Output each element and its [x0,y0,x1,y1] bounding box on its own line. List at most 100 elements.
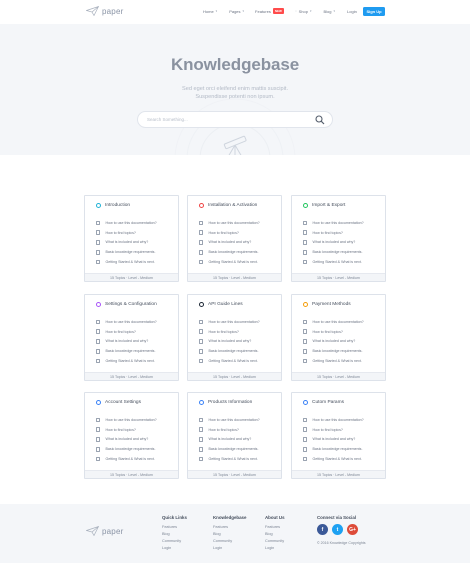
topic-link-label: What is included and why? [312,437,356,442]
card-title[interactable]: Account Settings [105,400,141,405]
topic-link[interactable]: Basic knowledge requirements. [199,346,279,356]
topic-link[interactable]: Getting Started & What is next. [199,356,279,366]
topic-link[interactable]: How to find topics? [199,425,279,435]
topic-link[interactable]: How to find topics? [96,228,176,238]
topic-link[interactable]: Getting Started & What is next. [303,454,383,464]
nav-login[interactable]: Login [347,8,357,14]
topic-card[interactable]: Settings & Configuration How to use this … [84,294,179,381]
topic-link[interactable]: What is included and why? [199,238,279,248]
topic-link[interactable]: What is included and why? [96,337,176,347]
card-title[interactable]: Cutom Params [312,400,344,405]
topic-link[interactable]: What is included and why? [303,238,383,248]
footer-link[interactable]: Features [265,524,285,531]
footer-link[interactable]: Community [213,538,246,545]
topic-link[interactable]: Basic knowledge requirements. [96,247,176,257]
topic-link-label: How to use this documentation? [312,319,364,324]
card-title[interactable]: Installation & Activation [208,203,257,208]
card-title[interactable]: Introduction [105,203,130,208]
signup-button[interactable]: Sign Up [363,7,385,16]
card-title[interactable]: Payment Methods [312,302,351,307]
footer-link[interactable]: Login [213,545,246,552]
topic-list: How to use this documentation? How to fin… [303,317,383,366]
nav-shop[interactable]: ◌ Shop ▾ [295,8,312,14]
topic-link[interactable]: What is included and why? [303,435,383,445]
topic-link-label: Basic knowledge requirements. [312,250,363,255]
footer-link[interactable]: Login [265,545,285,552]
brand-logo[interactable]: paper [86,6,123,16]
topic-link[interactable]: Getting Started & What is next. [199,454,279,464]
topic-card[interactable]: Account Settings How to use this document… [84,392,179,479]
topic-link[interactable]: How to use this documentation? [303,218,383,228]
nav-pages-label: Pages [229,8,241,14]
topic-link-label: How to find topics? [312,230,343,235]
topic-card[interactable]: API Guide Lines How to use this documenta… [187,294,282,381]
topic-link[interactable]: How to find topics? [96,327,176,337]
topic-link[interactable]: Getting Started & What is next. [199,257,279,267]
topic-link[interactable]: How to use this documentation? [199,415,279,425]
topic-link[interactable]: How to use this documentation? [96,415,176,425]
footer-link[interactable]: Blog [265,531,285,538]
card-title[interactable]: Settings & Configuration [105,302,157,307]
topic-link[interactable]: Basic knowledge requirements. [199,247,279,257]
footer-logo[interactable]: paper [86,526,123,536]
topic-link[interactable]: How to use this documentation? [303,317,383,327]
nav-pages[interactable]: Pages ▾ [229,8,244,14]
footer-link[interactable]: Features [213,524,246,531]
search-input[interactable]: Search Something... [137,111,333,128]
search-icon[interactable] [315,115,325,125]
topic-link[interactable]: Getting Started & What is next. [303,356,383,366]
topic-link[interactable]: What is included and why? [199,337,279,347]
topic-card[interactable]: Import & Export How to use this documenta… [291,195,386,282]
topic-link[interactable]: How to find topics? [199,228,279,238]
topic-card[interactable]: Products Information How to use this docu… [187,392,282,479]
topic-link[interactable]: How to find topics? [303,228,383,238]
topic-link[interactable]: How to find topics? [96,425,176,435]
document-icon [199,259,203,265]
twitter-icon[interactable]: t [332,524,343,535]
topic-link[interactable]: How to find topics? [303,425,383,435]
footer-heading: Connect via Social [317,515,357,520]
topic-link[interactable]: How to use this documentation? [96,218,176,228]
google-plus-icon[interactable]: G+ [347,524,358,535]
topic-link-label: How to use this documentation? [208,417,260,422]
topic-link[interactable]: How to use this documentation? [96,317,176,327]
footer-link[interactable]: Blog [213,531,246,538]
topic-link[interactable]: What is included and why? [96,238,176,248]
topic-link[interactable]: Basic knowledge requirements. [303,247,383,257]
topic-link[interactable]: Basic knowledge requirements. [303,346,383,356]
topic-link[interactable]: Basic knowledge requirements. [199,444,279,454]
topic-link[interactable]: Getting Started & What is next. [303,257,383,267]
footer-link[interactable]: Blog [162,531,187,538]
topic-link[interactable]: Getting Started & What is next. [96,257,176,267]
nav-features[interactable]: Features NEW [255,8,284,14]
topic-link[interactable]: Getting Started & What is next. [96,454,176,464]
facebook-icon[interactable]: f [317,524,328,535]
topic-link[interactable]: How to use this documentation? [303,415,383,425]
topic-card[interactable]: Installation & Activation How to use this… [187,195,282,282]
nav-home[interactable]: Home ▾ [203,8,217,14]
topic-link[interactable]: What is included and why? [96,435,176,445]
topic-link[interactable]: What is included and why? [199,435,279,445]
topic-card[interactable]: Payment Methods How to use this documenta… [291,294,386,381]
circle-icon [96,203,101,208]
card-title[interactable]: API Guide Lines [208,302,243,307]
topic-link[interactable]: What is included and why? [303,337,383,347]
topic-link[interactable]: How to use this documentation? [199,317,279,327]
footer-link[interactable]: Features [162,524,187,531]
topic-link[interactable]: How to use this documentation? [199,218,279,228]
topic-link[interactable]: Basic knowledge requirements. [96,444,176,454]
circle-icon [303,203,308,208]
topic-link[interactable]: Basic knowledge requirements. [96,346,176,356]
topic-card[interactable]: Introduction How to use this documentatio… [84,195,179,282]
footer-link[interactable]: Community [162,538,187,545]
nav-blog[interactable]: Blog ▾ [324,8,336,14]
topic-link[interactable]: How to find topics? [199,327,279,337]
footer-link[interactable]: Login [162,545,187,552]
card-title[interactable]: Products Information [208,400,252,405]
topic-link[interactable]: How to find topics? [303,327,383,337]
topic-link[interactable]: Getting Started & What is next. [96,356,176,366]
topic-link[interactable]: Basic knowledge requirements. [303,444,383,454]
topic-card[interactable]: Cutom Params How to use this documentatio… [291,392,386,479]
footer-link[interactable]: Community [265,538,285,545]
card-title[interactable]: Import & Export [312,203,345,208]
